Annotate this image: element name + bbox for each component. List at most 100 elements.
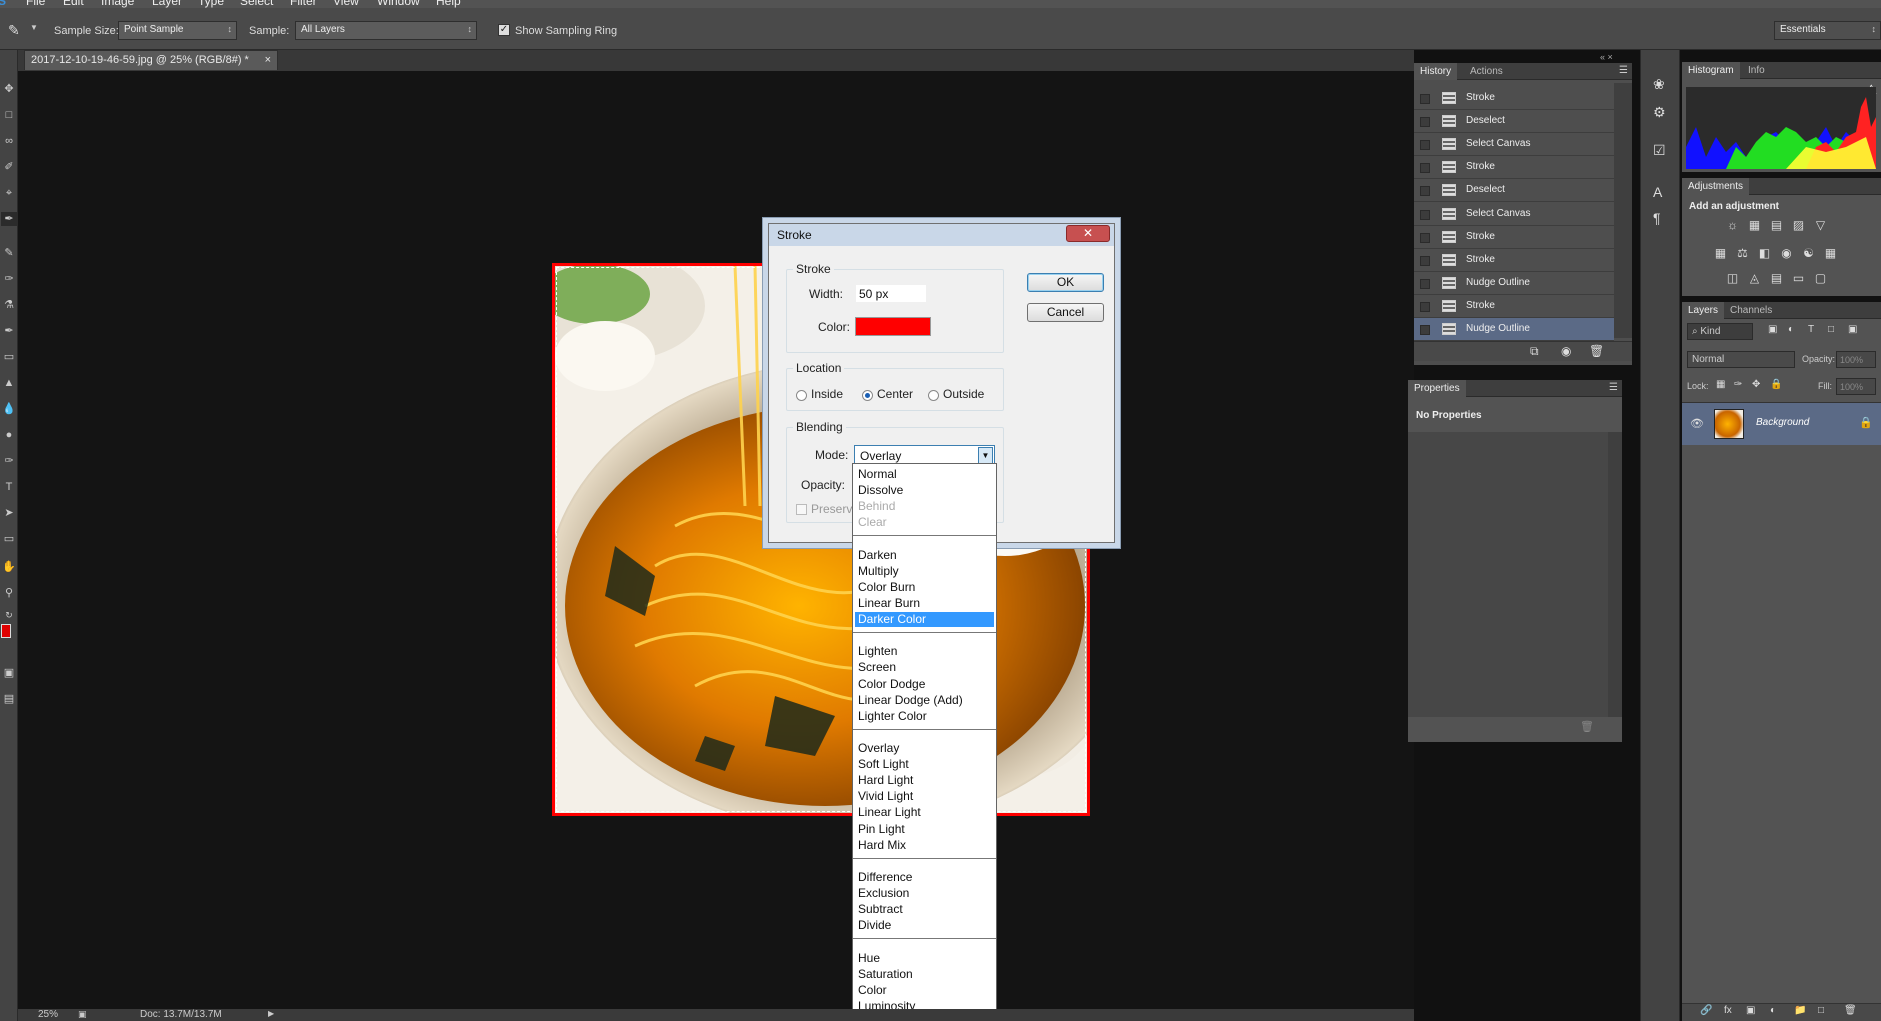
clone-source-icon[interactable]: ☑ (1653, 142, 1666, 159)
layer-mask-icon[interactable]: ▣ (1746, 1005, 1755, 1016)
blend-mode-option[interactable]: Darken (855, 548, 994, 563)
ok-button[interactable]: OK (1027, 273, 1104, 292)
history-state-row[interactable]: Stroke (1414, 226, 1614, 249)
brightness-contrast-icon[interactable]: ☼ (1725, 219, 1740, 232)
blend-mode-option[interactable]: Overlay (855, 741, 994, 756)
filter-type-icon[interactable]: T (1808, 324, 1814, 335)
hand-tool-icon[interactable]: ✋ (1, 560, 17, 574)
tool-presets-icon[interactable]: ⚙ (1653, 104, 1666, 121)
mode-dropdown-arrow-icon[interactable]: ▼ (978, 447, 993, 464)
blend-mode-option[interactable]: Soft Light (855, 757, 994, 772)
menu-window[interactable]: Window (377, 0, 420, 8)
blend-mode-option[interactable]: Color (855, 983, 994, 998)
layer-opacity-input[interactable]: 100% (1836, 351, 1876, 368)
blend-mode-option[interactable]: Multiply (855, 564, 994, 579)
pen-tool-icon[interactable]: ✑ (1, 454, 17, 468)
lock-transparent-icon[interactable]: ▦ (1716, 379, 1725, 390)
history-brush-tool-icon[interactable]: ✒ (1, 324, 17, 338)
filter-smart-object-icon[interactable]: ▣ (1848, 324, 1857, 335)
hue-saturation-icon[interactable]: ▦ (1713, 247, 1728, 260)
quick-select-tool-icon[interactable]: ✐ (1, 160, 17, 174)
blend-mode-option[interactable]: Linear Burn (855, 596, 994, 611)
move-tool-icon[interactable]: ✥ (1, 82, 17, 96)
exposure-icon[interactable]: ▨ (1791, 219, 1806, 232)
gradient-map-icon[interactable]: ▭ (1791, 272, 1806, 285)
history-state-row[interactable]: Stroke (1414, 156, 1614, 180)
blend-mode-option[interactable]: Hard Light (855, 773, 994, 788)
history-snapshot-checkbox[interactable] (1420, 255, 1430, 266)
blend-mode-option[interactable]: Saturation (855, 967, 994, 982)
tab-layers[interactable]: Layers (1682, 302, 1725, 319)
menu-select[interactable]: Select (240, 0, 273, 8)
lock-image-icon[interactable]: ✑ (1734, 379, 1742, 390)
status-menu-arrow-icon[interactable]: ▶ (268, 1009, 274, 1018)
blend-mode-option[interactable]: Lighten (855, 644, 994, 659)
history-snapshot-checkbox[interactable] (1420, 278, 1430, 289)
channel-mixer-icon[interactable]: ☯ (1801, 247, 1816, 260)
blend-mode-option[interactable]: Dissolve (855, 483, 994, 498)
color-lookup-icon[interactable]: ▦ (1823, 247, 1838, 260)
history-state-row[interactable]: Select Canvas (1414, 203, 1614, 226)
color-balance-icon[interactable]: ⚖ (1735, 247, 1750, 260)
document-tab[interactable]: 2017-12-10-19-46-59.jpg @ 25% (RGB/8#) *… (24, 50, 278, 70)
status-info-icon[interactable]: ▣ (78, 1009, 87, 1020)
outside-radio[interactable] (928, 390, 939, 401)
layer-fill-input[interactable]: 100% (1836, 378, 1876, 395)
paragraph-panel-icon[interactable]: ¶ (1653, 210, 1661, 226)
close-document-icon[interactable]: × (265, 54, 271, 66)
center-radio[interactable] (862, 390, 873, 401)
lock-position-icon[interactable]: ✥ (1752, 379, 1760, 390)
menu-edit[interactable]: Edit (63, 0, 84, 8)
link-layers-icon[interactable]: 🔗 (1700, 1005, 1712, 1016)
properties-scrollbar[interactable] (1608, 432, 1622, 717)
cancel-button[interactable]: Cancel (1027, 303, 1104, 322)
new-layer-icon[interactable]: □ (1818, 1005, 1824, 1016)
history-snapshot-checkbox[interactable] (1420, 186, 1430, 197)
invert-icon[interactable]: ◫ (1725, 272, 1740, 285)
blend-mode-option[interactable]: Screen (855, 660, 994, 675)
tab-history[interactable]: History (1414, 63, 1458, 80)
history-state-row[interactable]: Stroke (1414, 295, 1614, 318)
blend-mode-option[interactable]: Color Dodge (855, 677, 994, 692)
menu-view[interactable]: View (333, 0, 359, 8)
dodge-tool-icon[interactable]: ● (1, 428, 17, 442)
threshold-icon[interactable]: ▤ (1769, 272, 1784, 285)
layer-style-fx-icon[interactable]: fx (1724, 1005, 1732, 1016)
tab-histogram[interactable]: Histogram (1682, 62, 1740, 79)
width-input[interactable]: 50 px (855, 284, 927, 303)
tab-info[interactable]: Info (1742, 62, 1771, 79)
menu-type[interactable]: Type (198, 0, 224, 8)
layer-blend-mode-select[interactable]: Normal (1687, 351, 1795, 368)
history-snapshot-checkbox[interactable] (1420, 94, 1430, 104)
tab-actions[interactable]: Actions (1464, 63, 1509, 80)
blend-mode-option[interactable]: Normal (855, 467, 994, 482)
blend-mode-option[interactable]: Difference (855, 870, 994, 885)
history-scrollbar[interactable] (1614, 83, 1632, 338)
lock-all-icon[interactable]: 🔒 (1770, 379, 1782, 390)
quick-mask-icon[interactable]: ▣ (1, 666, 17, 680)
marquee-tool-icon[interactable]: □ (1, 108, 17, 122)
history-state-row[interactable]: Stroke (1414, 87, 1614, 110)
history-snapshot-checkbox[interactable] (1420, 325, 1430, 335)
history-state-row[interactable]: Deselect (1414, 110, 1614, 134)
path-selection-tool-icon[interactable]: ➤ (1, 506, 17, 520)
history-state-row[interactable]: Deselect (1414, 179, 1614, 203)
blend-mode-option[interactable]: Linear Dodge (Add) (855, 693, 994, 708)
blend-mode-option[interactable]: Linear Light (855, 805, 994, 820)
delete-layer-icon[interactable]: 🗑 (1844, 1005, 1857, 1016)
blend-mode-option[interactable]: Darker Color (855, 612, 994, 627)
history-snapshot-checkbox[interactable] (1420, 163, 1430, 174)
brush-presets-icon[interactable]: ❀ (1653, 76, 1665, 93)
workspace-switcher[interactable]: Essentials (1774, 21, 1881, 40)
blend-mode-option[interactable]: Pin Light (855, 822, 994, 837)
layer-row-background[interactable]: 👁 Background 🔒 (1682, 403, 1881, 445)
black-white-icon[interactable]: ◧ (1757, 247, 1772, 260)
foreground-color-swatch[interactable] (1, 624, 11, 638)
new-adjustment-layer-icon[interactable]: ◐ (1770, 1005, 1776, 1016)
filter-pixel-icon[interactable]: ▣ (1768, 324, 1777, 335)
layer-visibility-eye-icon[interactable]: 👁 (1690, 417, 1704, 430)
history-state-row[interactable]: Nudge Outline (1414, 272, 1614, 295)
blur-tool-icon[interactable]: 💧 (1, 402, 17, 416)
zoom-level[interactable]: 25% (38, 1009, 58, 1020)
blend-mode-option[interactable]: Lighter Color (855, 709, 994, 724)
